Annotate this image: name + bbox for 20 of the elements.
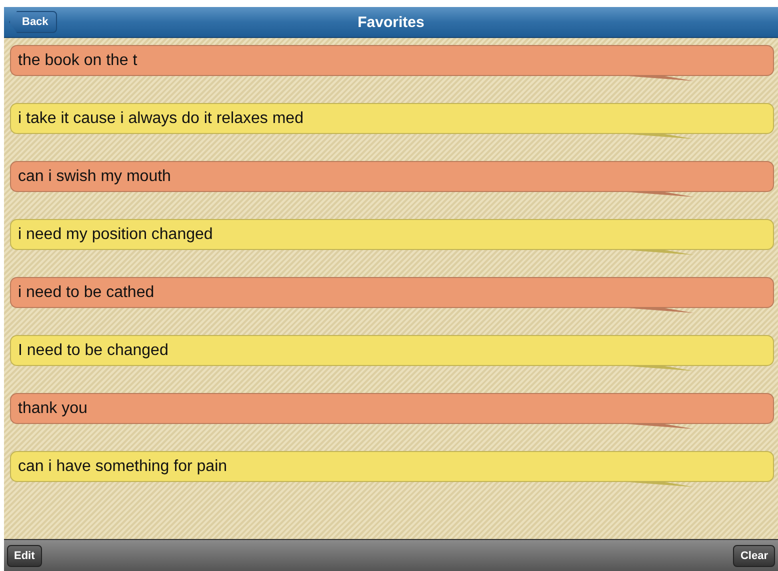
clear-button[interactable]: Clear [733, 544, 775, 566]
speech-bubble[interactable]: i need my position changed [10, 219, 774, 250]
phrase-text: i take it cause i always do it relaxes med [18, 110, 304, 128]
phrase-text: can i swish my mouth [18, 168, 171, 186]
speech-bubble[interactable]: can i swish my mouth [10, 161, 774, 192]
phrase-text: can i have something for pain [18, 458, 228, 476]
phrase-text: I need to be changed [18, 342, 168, 360]
speech-bubble[interactable]: i need to be cathed [10, 277, 774, 308]
phrase-text: i need my position changed [18, 226, 213, 244]
phrase-text: the book on the t [18, 52, 138, 70]
phrase-text: thank you [18, 400, 88, 418]
speech-bubble[interactable]: thank you [10, 393, 774, 424]
speech-bubble[interactable]: i take it cause i always do it relaxes med [10, 103, 774, 134]
speech-bubble[interactable]: I need to be changed [10, 335, 774, 366]
speech-bubble[interactable]: the book on the t [10, 45, 774, 76]
speech-bubble[interactable]: can i have something for pain [10, 451, 774, 482]
edit-button[interactable]: Edit [7, 544, 42, 566]
back-button[interactable]: Back [9, 11, 58, 33]
phrase-text: i need to be cathed [18, 284, 154, 302]
nav-title: Favorites [358, 14, 424, 30]
